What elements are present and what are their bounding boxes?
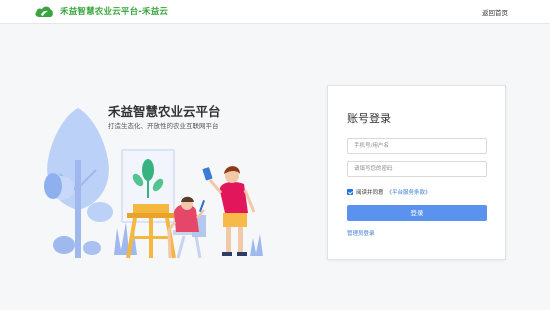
cloud-leaf-icon (35, 6, 53, 18)
agree-checkbox[interactable] (347, 189, 353, 195)
back-home-link[interactable]: 返回首页 (482, 7, 508, 17)
terms-link[interactable]: 《平台服务条款》 (387, 188, 431, 196)
password-input[interactable] (347, 161, 487, 177)
login-title: 账号登录 (347, 112, 391, 125)
tree-illustration (44, 108, 113, 258)
brand-title: 禾益智慧农业云平台-禾益云 (60, 7, 169, 17)
login-panel: 账号登录 阅读并同意 《平台服务条款》 登录 管理员登录 (327, 85, 506, 260)
username-input[interactable] (347, 138, 487, 154)
agree-label: 阅读并同意 (356, 190, 384, 196)
farming-illustration (44, 108, 263, 259)
top-bar: 禾益智慧农业云平台-禾益云 返回首页 (0, 0, 550, 24)
admin-login-link[interactable]: 管理员登录 (347, 229, 375, 237)
login-button[interactable]: 登录 (347, 205, 487, 221)
agreement-row: 阅读并同意 《平台服务条款》 (347, 188, 431, 196)
